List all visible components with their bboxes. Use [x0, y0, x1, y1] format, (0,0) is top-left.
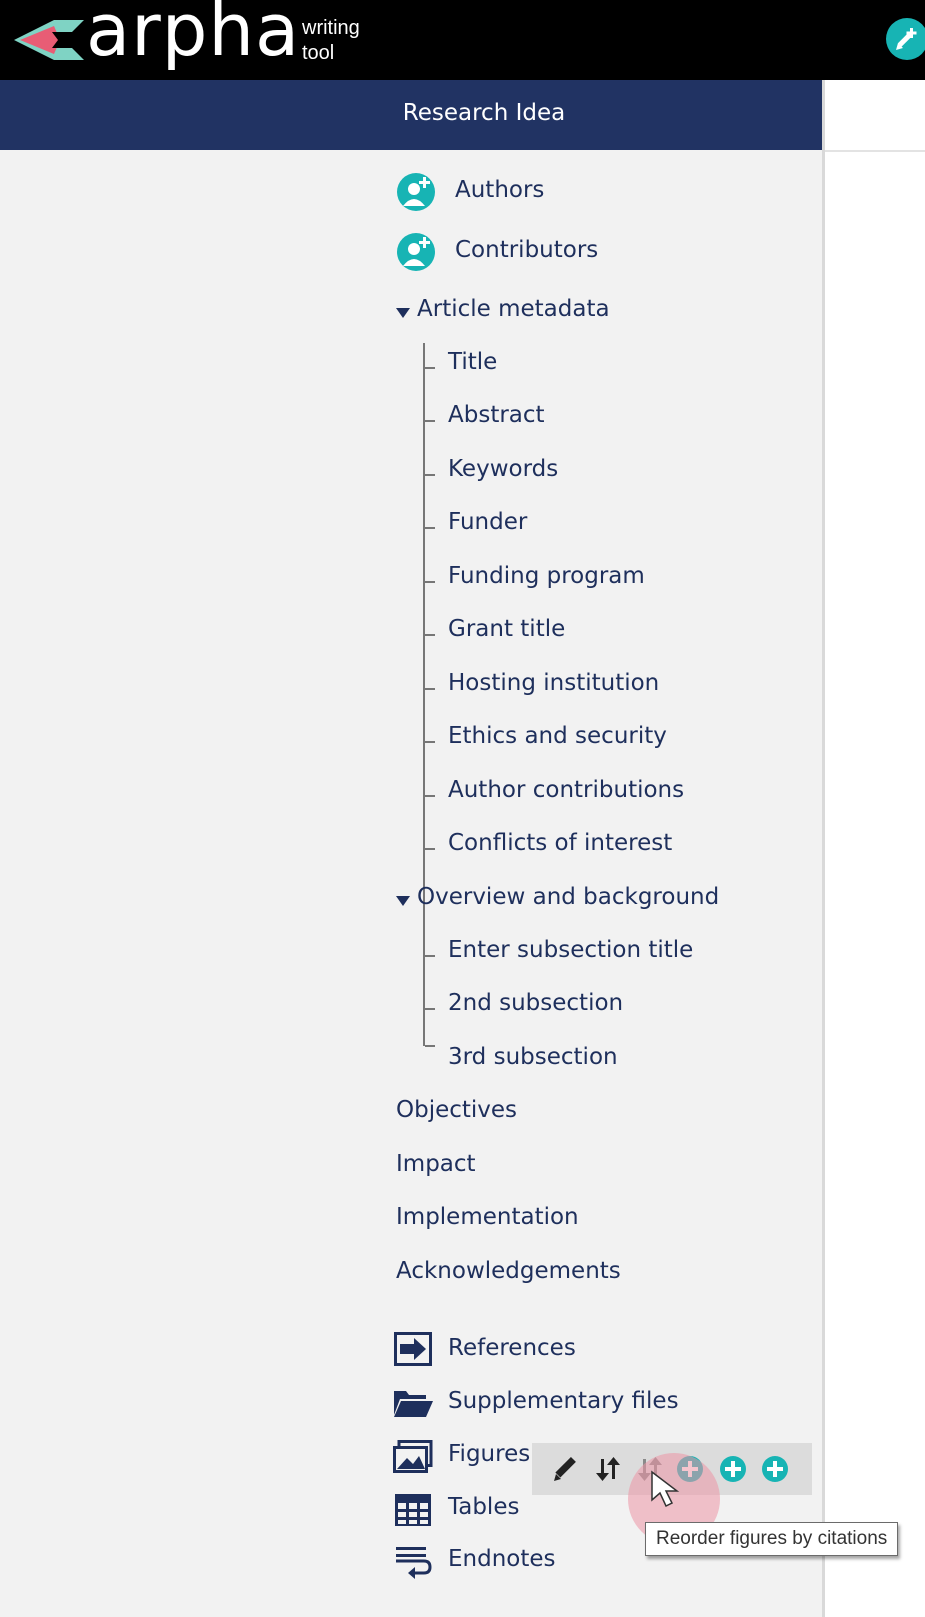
nav-abstract[interactable]: Abstract	[448, 402, 545, 428]
nav-objectives[interactable]: Objectives	[396, 1097, 517, 1123]
document-title-bar: Research Idea	[0, 80, 822, 150]
add-icon	[720, 1456, 746, 1482]
document-title: Research Idea	[402, 100, 566, 126]
edit-figures-button[interactable]	[548, 1451, 584, 1487]
tooltip: Reorder figures by citations	[645, 1522, 899, 1556]
edit-add-icon	[896, 28, 917, 50]
new-document-button[interactable]	[886, 18, 925, 60]
add-icon	[762, 1456, 788, 1482]
nav-keywords[interactable]: Keywords	[448, 456, 558, 482]
nav-subsection-3[interactable]: 3rd subsection	[448, 1044, 618, 1070]
top-bar: arpha writing tool	[0, 0, 925, 80]
document-outline: Authors Contributors Article metadata Ti…	[0, 150, 822, 1617]
nav-funding-program[interactable]: Funding program	[448, 563, 645, 589]
logo-text: arpha	[86, 0, 301, 72]
folder-icon	[394, 1391, 433, 1417]
nav-conflicts-of-interest[interactable]: Conflicts of interest	[448, 830, 672, 856]
nav-contributors[interactable]: Contributors	[455, 237, 598, 263]
references-icon	[394, 1332, 432, 1366]
image-icon	[393, 1440, 433, 1473]
collapse-caret-icon[interactable]	[396, 896, 410, 906]
add-person-icon[interactable]	[396, 232, 436, 272]
nav-funder[interactable]: Funder	[448, 509, 527, 535]
nav-acknowledgements[interactable]: Acknowledgements	[396, 1258, 621, 1284]
nav-title[interactable]: Title	[448, 349, 497, 375]
nav-endnotes[interactable]: Endnotes	[448, 1546, 556, 1572]
nav-tables[interactable]: Tables	[448, 1494, 519, 1520]
nav-figures[interactable]: Figures	[448, 1441, 530, 1467]
nav-impact[interactable]: Impact	[396, 1151, 476, 1177]
add-plate-button[interactable]	[757, 1451, 793, 1487]
nav-authors[interactable]: Authors	[455, 177, 544, 203]
nav-references[interactable]: References	[448, 1335, 576, 1361]
arpha-logo-icon	[14, 20, 84, 60]
endnote-icon	[396, 1547, 432, 1579]
nav-ethics-and-security[interactable]: Ethics and security	[448, 723, 667, 749]
nav-supplementary-files[interactable]: Supplementary files	[448, 1388, 679, 1414]
nav-subsection-1[interactable]: Enter subsection title	[448, 937, 693, 963]
add-video-button[interactable]	[715, 1451, 751, 1487]
nav-grant-title[interactable]: Grant title	[448, 616, 565, 642]
add-person-icon[interactable]	[396, 172, 436, 212]
table-icon	[395, 1494, 431, 1526]
reorder-icon	[596, 1457, 620, 1481]
tree-line	[423, 930, 425, 1046]
mouse-pointer-icon	[651, 1470, 680, 1508]
nav-implementation[interactable]: Implementation	[396, 1204, 579, 1230]
nav-hosting-institution[interactable]: Hosting institution	[448, 670, 659, 696]
nav-author-contributions[interactable]: Author contributions	[448, 777, 684, 803]
edit-icon	[554, 1456, 576, 1481]
collapse-caret-icon[interactable]	[396, 308, 410, 318]
editor-pane[interactable]	[822, 80, 925, 1617]
reorder-figures-button[interactable]	[590, 1451, 626, 1487]
nav-article-metadata[interactable]: Article metadata	[417, 296, 610, 322]
nav-overview-and-background[interactable]: Overview and background	[417, 884, 719, 910]
logo-subtitle: writing tool	[302, 17, 360, 64]
nav-subsection-2[interactable]: 2nd subsection	[448, 990, 623, 1016]
